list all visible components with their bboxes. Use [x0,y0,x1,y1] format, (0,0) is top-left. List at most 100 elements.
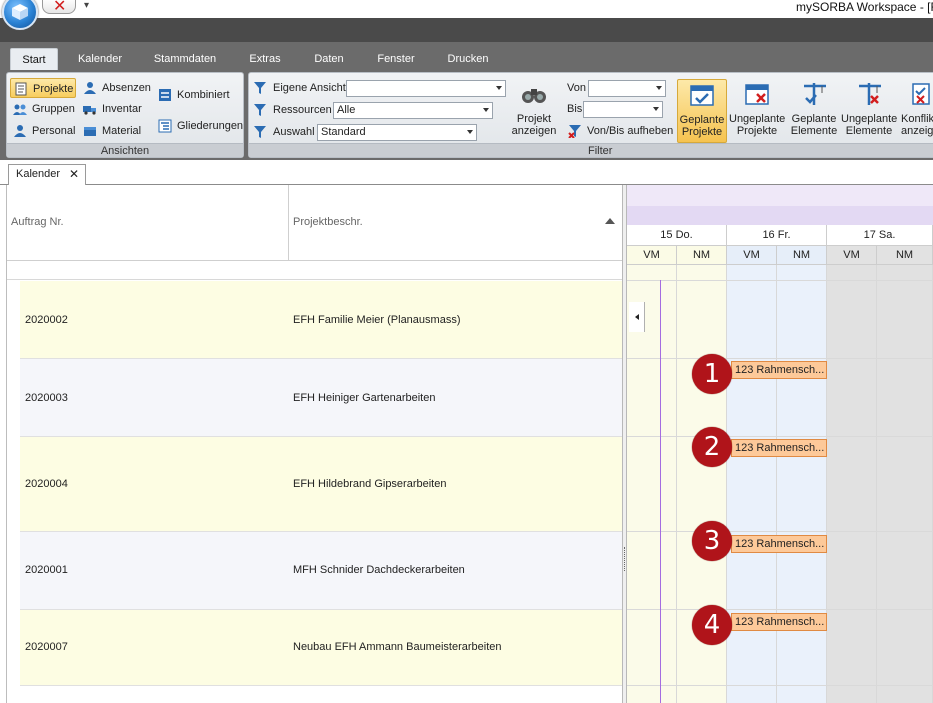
day-header[interactable]: 15 Do. [627,225,727,246]
ungeplante-elemente-button[interactable]: Ungeplante Elemente [841,79,897,143]
calendar-event[interactable]: 123 Rahmensch... [731,361,827,379]
geplante-elemente-button[interactable]: Geplante Elemente [789,79,839,143]
geplante-projekte-button[interactable]: Geplante Projekte [677,79,727,143]
eigene-ansicht-label: Eigene Ansicht [273,82,346,94]
day-header[interactable]: 17 Sa. [827,225,933,246]
ansicht-projekte-button[interactable]: Projekte [10,78,76,98]
person-icon [84,82,96,94]
calendar-column[interactable] [727,265,777,703]
cell-auftrag-nr: 2020003 [25,392,68,404]
crane-check-icon [804,83,826,105]
tab-start[interactable]: Start [10,48,58,70]
quick-access-dropdown[interactable]: ▾ [84,0,89,11]
truck-icon [83,106,96,115]
vonbis-aufheben-button[interactable]: Von/Bis aufheben [565,121,673,141]
konflikte-line2: anzeig [901,125,933,137]
bis-label: Bis [567,103,583,115]
calendar-event[interactable]: 123 Rahmensch... [731,535,827,553]
grid-filter-row[interactable] [7,261,623,280]
von-date-field[interactable] [588,80,666,97]
chevron-down-icon [496,86,502,90]
scroll-left-button[interactable] [629,302,645,332]
table-row[interactable]: 2020003 EFH Heiniger Gartenarbeiten [20,359,623,437]
table-row[interactable]: 2020001 MFH Schnider Dachdeckerarbeiten [20,532,623,610]
calendar-column[interactable] [827,265,877,703]
outline-icon [158,119,172,133]
ansicht-absenzen-button[interactable]: Absenzen [80,78,151,98]
tab-kalender[interactable]: Kalender [70,48,130,70]
ansicht-inventar-button[interactable]: Inventar [80,99,142,119]
tab-kalender-document[interactable]: Kalender ✕ [8,164,86,185]
group-filter: Eigene Ansicht Ressourcen Alle Auswahl S… [248,72,933,158]
ansicht-gliederungen-button[interactable]: Gliederungen [155,116,243,136]
table-row[interactable]: 2020007 Neubau EFH Ammann Baumeisterarbe… [20,610,623,686]
ansicht-projekte-label: Projekte [33,83,74,95]
half-day-header: NM [777,246,827,265]
tab-drucken[interactable]: Drucken [440,48,496,70]
geplante-projekte-line1: Geplante [679,114,725,126]
splitter-grip[interactable] [624,547,625,571]
bis-date-field[interactable] [583,101,663,118]
chevron-down-icon [467,130,473,134]
tab-daten[interactable]: Daten [305,48,353,70]
half-day-header: VM [627,246,677,265]
document-tab-strip: Kalender ✕ [0,160,933,185]
sort-ascending-icon [605,218,615,224]
ribbon: Projekte Absenzen Kombiniert Gruppen Inv… [0,70,933,160]
column-projektbeschr[interactable]: Projektbeschr. [289,185,623,261]
conflict-icon [912,83,930,105]
ansicht-gruppen-label: Gruppen [32,103,75,115]
column-auftrag-nr[interactable]: Auftrag Nr. [7,185,289,261]
calendar-view: 15 Do. 16 Fr. 17 Sa. VM NM VM NM VM NM 1… [627,185,933,703]
row-separator [627,609,933,610]
eigene-ansicht-combo[interactable] [346,80,506,97]
person-icon [14,125,26,137]
project-grid: Auftrag Nr. Projektbeschr. 2020002 EFH F… [6,185,623,703]
ansicht-personal-button[interactable]: Personal [10,121,75,141]
tab-fenster[interactable]: Fenster [368,48,424,70]
cell-projektbeschr: MFH Schnider Dachdeckerarbeiten [293,564,465,576]
cell-auftrag-nr: 2020001 [25,564,68,576]
row-separator [627,436,933,437]
cell-projektbeschr: EFH Heiniger Gartenarbeiten [293,392,436,404]
calendar-header-band [627,185,933,206]
day-header[interactable]: 16 Fr. [727,225,827,246]
chevron-left-icon [635,314,639,320]
funnel-icon [254,126,266,138]
ansicht-kombiniert-button[interactable]: Kombiniert [155,85,230,105]
ressourcen-combo[interactable]: Alle [333,102,493,119]
tab-extras[interactable]: Extras [240,48,290,70]
group-ansichten-label: Ansichten [7,143,243,157]
ungeplante-projekte-button[interactable]: Ungeplante Projekte [729,79,785,143]
ansicht-material-button[interactable]: Material [80,121,141,141]
calendar-header-band [627,206,933,225]
calendar-column[interactable] [877,265,933,703]
chevron-down-icon [483,108,489,112]
calendar-event[interactable]: 123 Rahmensch... [731,439,827,457]
half-day-header: NM [877,246,933,265]
auswahl-combo[interactable]: Standard [317,124,477,141]
ansicht-gruppen-button[interactable]: Gruppen [10,99,75,119]
tab-stammdaten[interactable]: Stammdaten [146,48,224,70]
calendar-x-icon [745,84,769,105]
table-row[interactable]: 2020004 EFH Hildebrand Gipserarbeiten [20,437,623,532]
close-icon[interactable]: ✕ [69,165,79,184]
ribbon-tab-bar: Start Kalender Stammdaten Extras Daten F… [0,42,933,70]
document-icon [15,82,27,96]
grid-header: Auftrag Nr. Projektbeschr. [7,185,623,261]
projekt-anzeigen-button[interactable]: Projekt anzeigen [511,79,557,143]
funnel-icon [254,104,266,116]
calendar-column[interactable] [777,265,827,703]
konflikte-line1: Konflik [901,113,933,125]
table-row[interactable]: 2020002 EFH Familie Meier (Planausmass) [20,281,623,359]
quick-access-close-button[interactable]: ✕ [42,0,76,15]
half-day-header: VM [827,246,877,265]
ungeplante-projekte-line1: Ungeplante [729,113,786,125]
calendar-event[interactable]: 123 Rahmensch... [731,613,827,631]
ansicht-material-label: Material [102,125,142,137]
current-time-marker [660,280,661,703]
row-separator [627,685,933,686]
chevron-down-icon [653,107,659,111]
group-icon [13,104,27,115]
konflikte-anzeigen-button[interactable]: Konflik anzeig [901,79,933,143]
